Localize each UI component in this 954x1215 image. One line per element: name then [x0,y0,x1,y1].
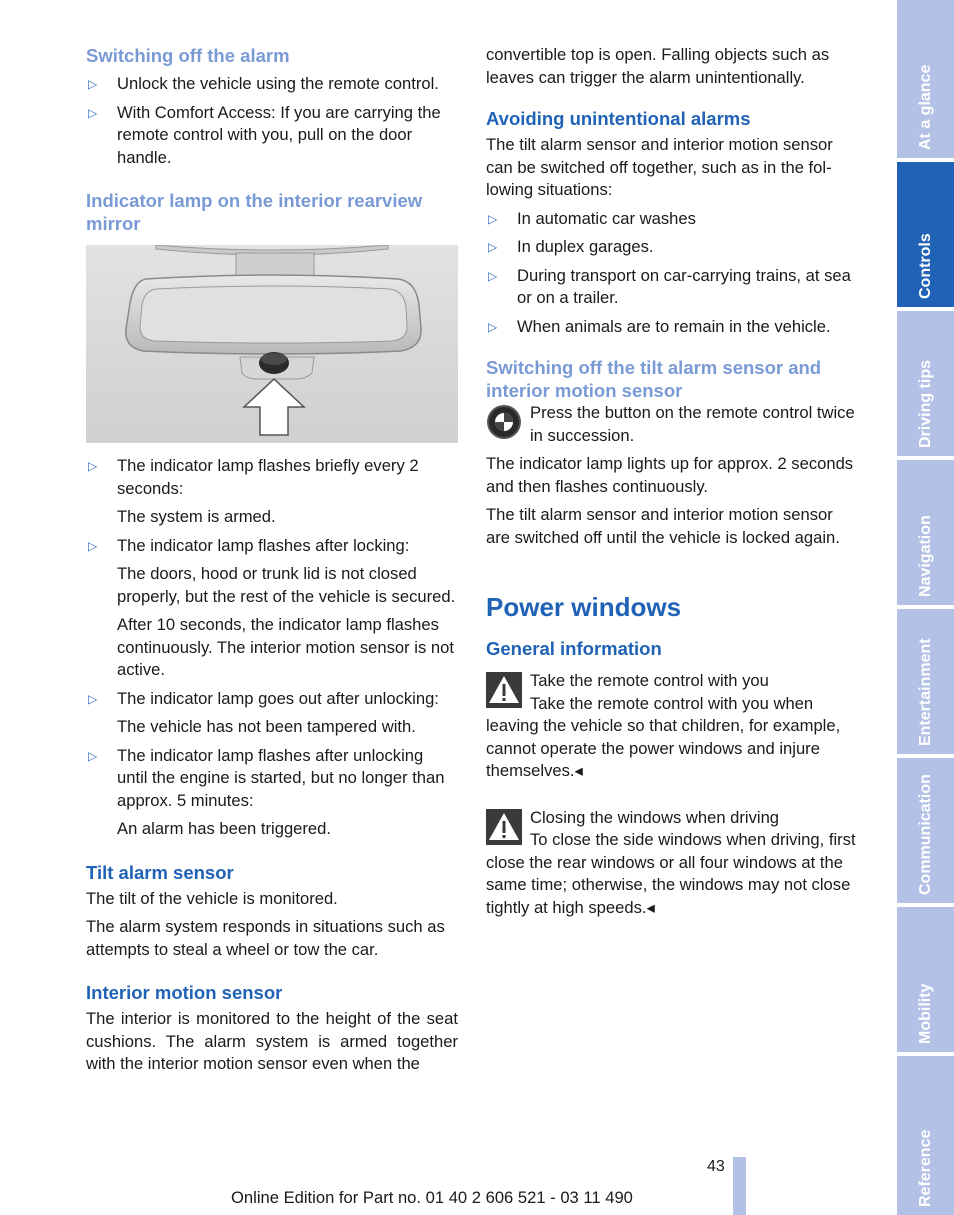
list-item: ▷ The indicator lamp flashes briefly ever… [88,456,419,498]
warning-triangle-icon [486,808,522,845]
tab-navigation[interactable]: Navigation [897,460,954,605]
warning-body: Take the remote control with you when le… [486,693,841,781]
list-subtext: The vehicle has not been tampered with. [117,717,416,736]
tab-controls[interactable]: Controls [897,162,954,307]
mirror-drawing [86,244,458,443]
bullet-triangle-icon: ▷ [488,211,498,226]
paragraph: The indicator lamp lights up for approx.… [486,454,854,496]
tab-mobility[interactable]: Mobility [897,907,954,1052]
heading-avoiding-unintentional-alarms: Avoiding unintentional alarms [486,108,751,129]
heading-switching-off-tilt-sensor: Switching off the tilt alarm sensor and … [486,357,822,401]
list-item: ▷ The indicator lamp goes out after unloc… [86,688,458,711]
list-subtext: The system is armed. [117,507,276,526]
list-subtext: The doors, hood or trunk lid is not clos… [117,564,456,606]
list-item: ▷ When animals are to remain in the vehic… [486,316,858,339]
warning-body: To close the side windows when driving, … [486,830,856,917]
list-subtext: An alarm has been triggered. [117,819,332,838]
tab-driving-tips[interactable]: Driving tips [897,311,954,456]
tab-entertainment[interactable]: Entertainment [897,609,954,754]
tab-at-a-glance[interactable]: At a glance [897,0,954,158]
right-column: convertible top is open. Falling objects… [486,44,858,925]
list-item: ▷ Unlock the vehicle using the remote con… [86,73,458,96]
list-item: ▷ During transport on car-carrying trains… [488,265,851,308]
heading-tilt-alarm-sensor: Tilt alarm sensor [86,861,234,883]
page-number: 43 [707,1158,725,1175]
warning-remote-control: Take the remote control with you Take th… [486,670,858,783]
bullet-triangle-icon: ▷ [488,268,498,283]
list-subtext: After 10 seconds, the indicator lamp fla… [117,615,454,679]
bmw-logo-icon [486,404,522,447]
warning-triangle-icon [486,672,522,708]
bullet-triangle-icon: ▷ [88,77,98,91]
bullet-triangle-icon: ▷ [488,240,498,254]
paragraph: The tilt of the vehicle is monitored. [86,888,338,908]
rearview-mirror-illustration [86,244,458,443]
list-item: ▷ In duplex garages. [486,236,858,259]
list-item: ▷ In automatic car washes [486,208,858,231]
footer-edition: Online Edition for Part no. 01 40 2 606 … [231,1188,633,1207]
bullet-triangle-icon: ▷ [88,105,98,120]
warning-closing-windows: Closing the windows when driving To clos… [486,807,858,920]
heading-indicator-lamp: Indicator lamp on the interior rearview … [86,190,423,234]
bullet-triangle-icon: ▷ [88,459,98,473]
list-item: ▷ The indicator lamp flashes after unlock… [88,745,445,810]
heading-general-information: General information [486,638,662,659]
heading-power-windows: Power windows [486,592,682,622]
paragraph: The tilt alarm sensor and interior motio… [486,505,840,547]
bullet-triangle-icon: ▷ [488,319,498,334]
paragraph: The tilt alarm sensor and interior motio… [486,135,833,199]
bullet-triangle-icon: ▷ [88,691,98,706]
paragraph: The interior is monitored to the height … [86,1009,458,1073]
chapter-tabs: At a glance Controls Driving tips Naviga… [897,0,954,1215]
remote-instruction: Press the button on the remote control t… [486,402,858,447]
tab-reference[interactable]: Reference [897,1056,954,1215]
list-item: ▷ With Comfort Access: If you are carryin… [88,102,441,167]
list-item: ▷ The indicator lamp flashes after lockin… [86,535,458,558]
heading-interior-motion-sensor: Interior motion sensor [86,982,283,1003]
warning-title: Take the remote control with you [530,671,769,690]
bullet-triangle-icon: ▷ [88,538,98,553]
paragraph: convertible top is open. Falling objects… [486,45,830,87]
paragraph: The alarm system responds in situations … [86,917,445,959]
page-marker-bar [733,1157,746,1215]
tab-communication[interactable]: Communication [897,758,954,903]
heading-switching-off-alarm: Switching off the alarm [86,45,290,66]
warning-title: Closing the windows when driving [530,807,780,827]
bullet-triangle-icon: ▷ [88,748,98,763]
left-column: Switching off the alarm ▷ Unlock the vehi… [86,44,458,1082]
